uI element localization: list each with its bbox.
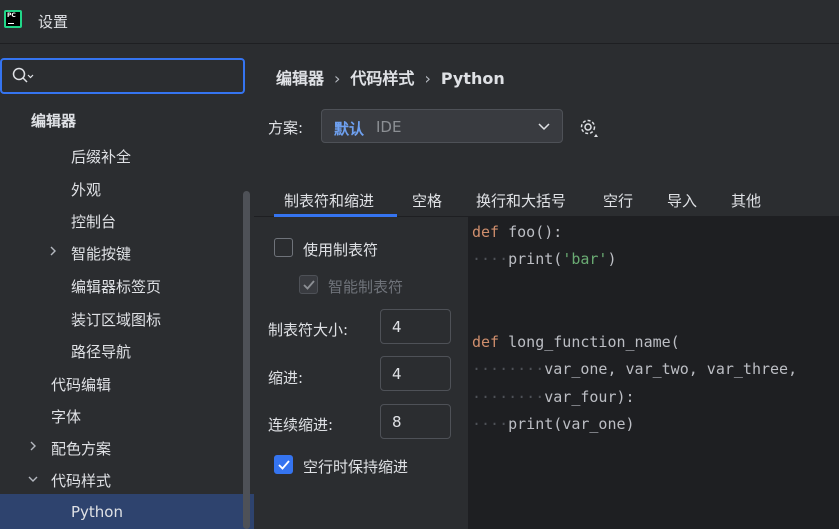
title-bar: PC 设置 — [0, 0, 839, 44]
smart-tab-checkbox[interactable] — [299, 275, 318, 294]
tab-bar: 制表符和缩进 空格 换行和大括号 空行 导入 其他 — [254, 183, 839, 217]
search-icon[interactable] — [12, 67, 34, 85]
tree-item-console[interactable]: 控制台 — [71, 211, 116, 232]
pycharm-logo-icon: PC — [4, 10, 22, 28]
tree-item-breadcrumbs[interactable]: 路径导航 — [71, 341, 131, 362]
code-line: def long_function_name( — [472, 333, 680, 351]
indent-field[interactable]: 4 — [380, 356, 451, 391]
tree-item-editor-tabs[interactable]: 编辑器标签页 — [71, 276, 161, 297]
tree-item-appearance[interactable]: 外观 — [71, 179, 101, 200]
settings-main-panel: 编辑器 › 代码样式 › Python 方案: 默认 IDE 制表符和缩进 空格 换行和… — [254, 45, 839, 529]
code-line: ········var_four): — [472, 388, 635, 406]
code-line: ········var_one, var_two, var_three, — [472, 360, 798, 378]
indent-options-panel: 使用制表符 智能制表符 制表符大小: 4 缩进: 4 连续缩进: 8 空行时保持… — [254, 217, 468, 529]
scheme-value: 默认 — [334, 120, 365, 138]
tab-size-field[interactable]: 4 — [380, 309, 451, 344]
sidebar-scrollbar[interactable] — [243, 191, 250, 529]
search-input[interactable] — [0, 58, 245, 94]
tab-blank-lines[interactable]: 空行 — [603, 190, 633, 211]
code-line: ····print(var_one) — [472, 415, 635, 433]
tab-size-label: 制表符大小: — [268, 321, 349, 339]
breadcrumb-separator-icon: › — [334, 69, 341, 88]
smart-tab-label: 智能制表符 — [328, 278, 404, 296]
tab-wrapping-and-braces[interactable]: 换行和大括号 — [476, 190, 566, 211]
tab-other[interactable]: 其他 — [731, 190, 761, 211]
code-line: def foo(): — [472, 223, 563, 241]
breadcrumb-item[interactable]: 代码样式 — [350, 69, 414, 88]
use-tab-label: 使用制表符 — [303, 241, 379, 259]
checkmark-icon — [278, 460, 290, 470]
breadcrumb-separator-icon: › — [424, 69, 431, 88]
tree-selected-row[interactable] — [0, 494, 254, 529]
tree-item-smart-keys[interactable]: 智能按键 — [71, 243, 131, 264]
scheme-sub-value: IDE — [376, 118, 402, 136]
continuation-indent-field[interactable]: 8 — [380, 404, 451, 439]
tree-item-code-style[interactable]: 代码样式 — [51, 470, 111, 491]
chevron-down-icon — [538, 123, 550, 131]
tree-item-color-scheme[interactable]: 配色方案 — [51, 438, 111, 459]
tab-spaces[interactable]: 空格 — [412, 190, 442, 211]
gear-icon[interactable] — [578, 117, 600, 139]
chevron-right-icon[interactable] — [28, 441, 38, 451]
tree-item-postfix-completion[interactable]: 后缀补全 — [71, 146, 131, 167]
tree-item-gutter-icons[interactable]: 装订区域图标 — [71, 309, 161, 330]
chevron-right-icon[interactable] — [48, 246, 58, 256]
tab-imports[interactable]: 导入 — [667, 190, 697, 211]
tree-item-python[interactable]: Python — [71, 503, 123, 521]
checkmark-icon — [303, 280, 315, 290]
window-title: 设置 — [38, 13, 69, 31]
code-line: ····print('bar') — [472, 250, 617, 268]
chevron-down-icon[interactable] — [28, 474, 38, 484]
keep-indents-label: 空行时保持缩进 — [303, 458, 409, 476]
tree-item-editor[interactable]: 编辑器 — [31, 110, 76, 131]
code-preview: def foo(): ····print('bar') def long_fun… — [468, 217, 839, 529]
scheme-dropdown[interactable]: 默认 IDE — [321, 109, 563, 143]
continuation-indent-label: 连续缩进: — [268, 416, 334, 434]
indent-label: 缩进: — [268, 369, 304, 387]
breadcrumb-item[interactable]: 编辑器 — [276, 69, 324, 88]
scheme-label: 方案: — [268, 119, 304, 137]
tab-tabs-and-indents[interactable]: 制表符和缩进 — [284, 190, 374, 211]
settings-sidebar: 编辑器 后缀补全 外观 控制台 智能按键 编辑器标签页 装订区域图标 路径导航 … — [0, 45, 254, 529]
breadcrumb-item: Python — [440, 69, 505, 88]
breadcrumb: 编辑器 › 代码样式 › Python — [276, 65, 505, 89]
tree-item-code-editing[interactable]: 代码编辑 — [51, 374, 111, 395]
use-tab-checkbox[interactable] — [274, 238, 293, 257]
keep-indents-checkbox[interactable] — [274, 455, 293, 474]
tree-item-font[interactable]: 字体 — [51, 406, 81, 427]
